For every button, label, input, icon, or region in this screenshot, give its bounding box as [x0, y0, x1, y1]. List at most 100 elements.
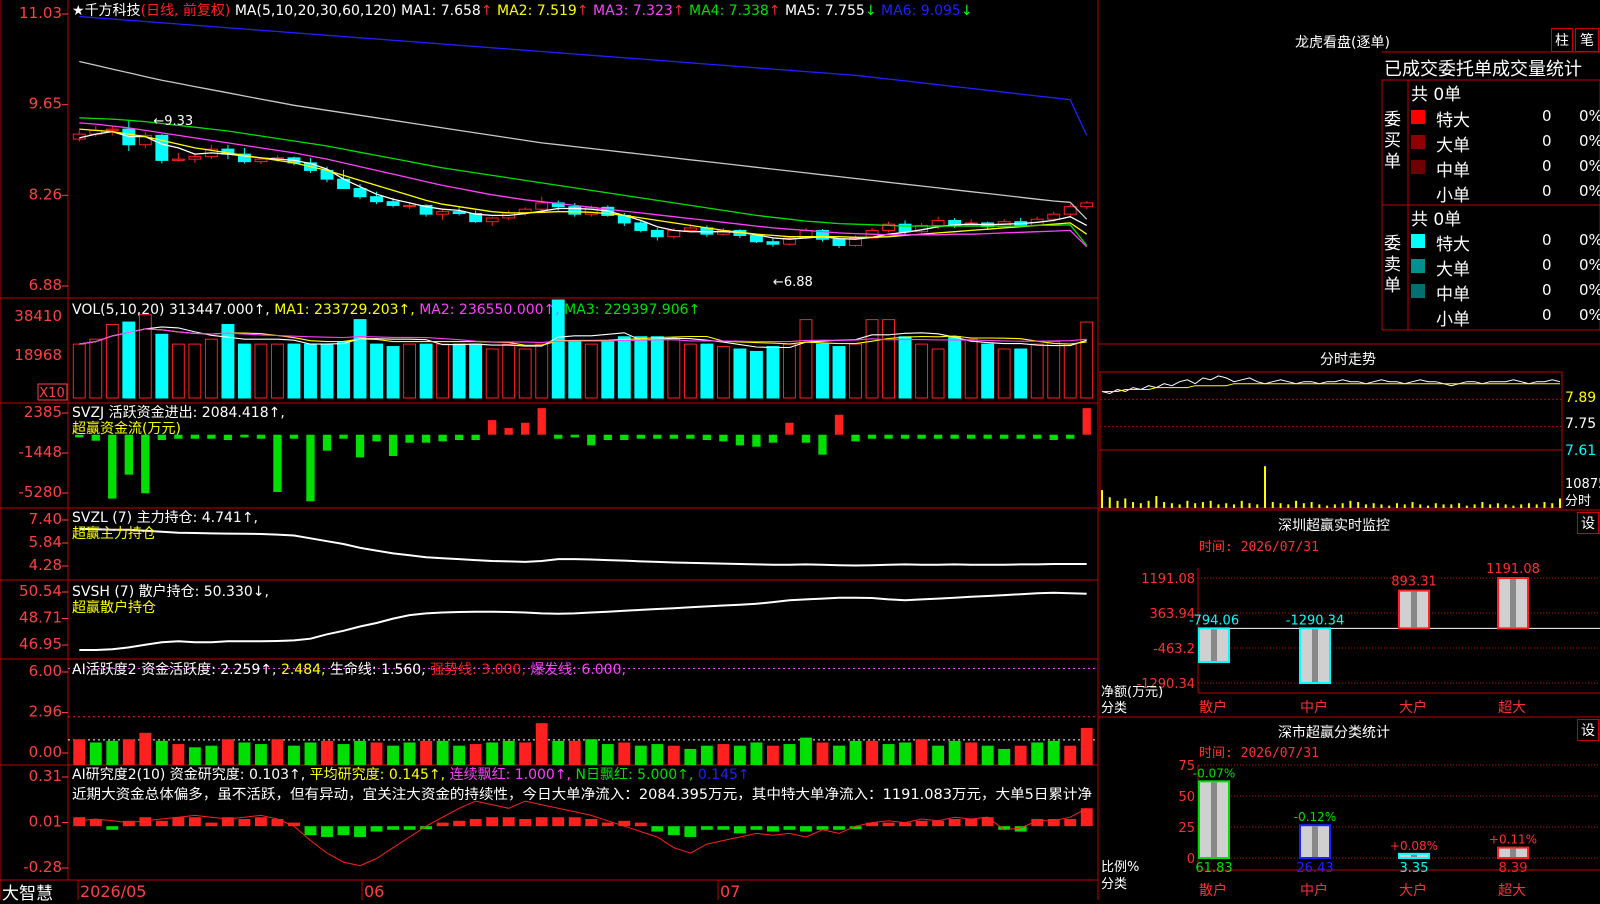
price-header: ★千方科技(日线, 前复权) MA(5,10,20,30,60,120) MA1… — [72, 2, 973, 19]
intraday-volume-bar — [1170, 503, 1173, 508]
order-count: 0 — [1542, 306, 1552, 324]
activity-bar — [1047, 740, 1060, 765]
candle-body — [105, 128, 119, 131]
ratio-change-label: -0.12% — [1294, 810, 1336, 824]
activity-bar — [188, 747, 201, 765]
activity-bar — [535, 723, 548, 765]
volume-bar — [171, 343, 185, 399]
fund-flow-bar — [454, 434, 464, 441]
ratio-value-label: 61.83 — [1195, 861, 1232, 876]
y-tick-label: 2.96 — [29, 703, 62, 721]
fund-flow-bar — [521, 422, 530, 435]
activity-bar — [981, 745, 994, 765]
intraday-volume-bar — [1124, 498, 1127, 508]
y-tick-label: 11.03 — [19, 4, 62, 22]
candle-body — [1080, 202, 1094, 208]
intraday-y-tick: 7.61 — [1565, 443, 1596, 459]
order-row: 小单 0 0% — [1411, 305, 1600, 330]
ratio-bar-shade — [1510, 848, 1516, 857]
fund-flow-bar — [818, 434, 827, 455]
research-bar — [651, 826, 664, 832]
fund-flow-bar — [834, 414, 844, 435]
date-label: 07 — [720, 882, 740, 900]
ratio-bar-shade — [1312, 826, 1318, 857]
research-bar — [403, 826, 416, 830]
fund-flow-bar — [471, 434, 480, 441]
intraday-volume-bar — [1395, 503, 1398, 508]
monitor-settings-button[interactable]: 设 — [1577, 512, 1599, 534]
ratio-change-label: -0.07% — [1193, 766, 1235, 780]
activity-bar — [1014, 745, 1027, 765]
brand-label: 大智慧 — [2, 884, 53, 904]
fund-flow-bar — [256, 434, 266, 439]
intraday-volume-bar — [1512, 505, 1515, 508]
activity-bar — [915, 739, 928, 765]
intraday-volume-bar — [1535, 504, 1538, 508]
chart-mode: (日线, 前复权) — [141, 2, 231, 19]
tick-mode-button[interactable]: 笔 — [1575, 28, 1599, 52]
activity-bar — [469, 744, 482, 765]
fund-flow-bar — [405, 434, 414, 443]
ai-activity-header-item: AI活跃度2 资金活跃度: 2.259↑, — [72, 662, 277, 678]
volume-bar — [237, 343, 251, 399]
net-amount-bar-shade — [1510, 579, 1516, 628]
research-bar — [436, 822, 449, 827]
research-line — [79, 800, 1087, 867]
fund-flow-bar — [1049, 434, 1058, 441]
classify-settings-button[interactable]: 设 — [1577, 719, 1599, 741]
research-bar — [354, 826, 366, 837]
order-color-swatch — [1411, 110, 1425, 124]
y-tick-label: 9.65 — [29, 95, 62, 113]
order-color-swatch — [1411, 284, 1425, 298]
ai-activity-header-item: 强势线: 3.000, — [426, 662, 526, 678]
volume-header-item: 313447.000↑, — [165, 302, 270, 318]
candle-body — [832, 238, 846, 246]
intraday-volume-bar — [1256, 504, 1259, 508]
candle-body — [485, 217, 499, 223]
y-tick-label: 4.28 — [29, 556, 62, 574]
intraday-volume-bar — [1527, 503, 1530, 508]
bar-mode-button[interactable]: 柱 — [1551, 28, 1573, 52]
intraday-volume-bar — [1163, 502, 1166, 508]
intraday-volume-tick: 10875 — [1565, 477, 1600, 492]
intraday-volume-bar — [1496, 503, 1499, 508]
volume-bar — [766, 346, 780, 399]
research-bar — [387, 826, 400, 830]
order-row: 中单 0 0% — [1411, 280, 1600, 305]
research-bar — [89, 819, 102, 827]
volume-bar — [304, 343, 317, 399]
candle-body — [568, 206, 582, 215]
classify-xlabel: 分类 — [1101, 877, 1128, 892]
volume-bar — [403, 343, 417, 399]
intraday-volume-bar — [1287, 504, 1290, 508]
classify-time: 时间: 2026/07/31 — [1199, 746, 1319, 761]
activity-bar — [436, 740, 449, 765]
order-type-label: 特大 — [1436, 235, 1470, 255]
research-bar — [370, 826, 383, 832]
volume-bar — [1063, 343, 1077, 399]
fund-flow-bar — [603, 434, 612, 441]
y-tick-label: 50.54 — [19, 582, 62, 600]
candle-body — [650, 229, 664, 238]
research-bar — [205, 822, 218, 827]
candle-body — [931, 219, 945, 226]
volume-bar — [386, 346, 400, 399]
ma-arrow: ↓ — [865, 3, 877, 19]
fund-flow-bar — [735, 434, 745, 446]
research-bar — [948, 819, 961, 827]
intraday-price-line — [1101, 375, 1561, 395]
fund-flow-bar — [322, 434, 332, 451]
activity-bar — [486, 742, 499, 765]
analysis-comment: 近期大资金总体偏多，虽不活跃，但有异动，宜关注大资金的持续性，今日大单净流入：2… — [72, 786, 1092, 803]
fund-flow-bar — [686, 434, 695, 439]
ai-activity-header-item: 2.484, — [277, 662, 326, 678]
ratio-category: 超大 — [1498, 883, 1526, 899]
candle-body — [353, 188, 367, 198]
ratio-value-label: 3.35 — [1400, 861, 1429, 876]
intraday-volume-bar — [1201, 502, 1204, 508]
research-bar — [304, 826, 317, 836]
research-bar — [882, 822, 895, 827]
intraday-volume-bar — [1520, 504, 1523, 508]
fund-flow-bar — [752, 434, 761, 447]
fund-flow-bar — [950, 434, 959, 439]
